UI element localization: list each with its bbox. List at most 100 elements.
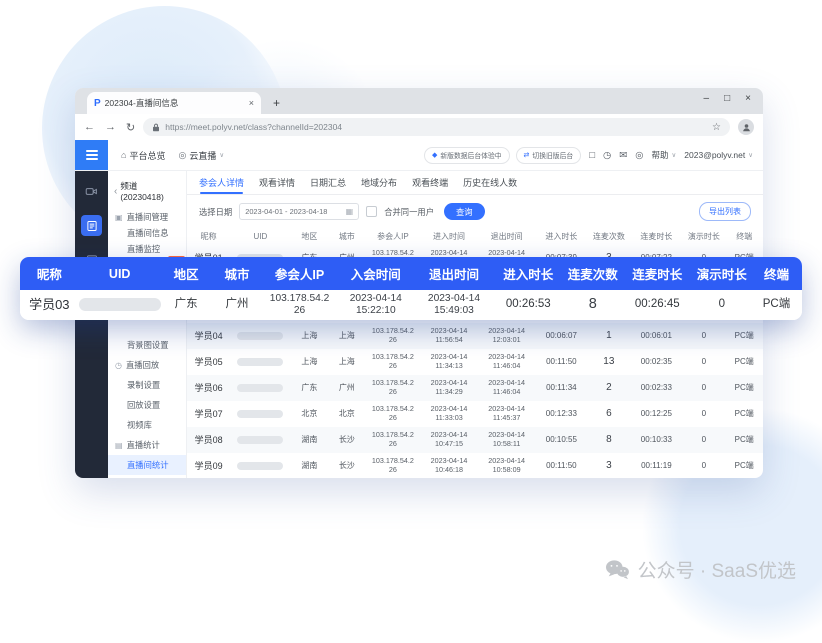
present-cell: 0	[682, 331, 725, 341]
uid-blur-pill	[237, 358, 283, 366]
join-cell: 2023-04-1415:22:10	[337, 293, 415, 317]
sidebar-item[interactable]: 直播监控	[108, 241, 186, 257]
ip-cell: 103.178.54.226	[366, 353, 421, 370]
switch-icon: ⇄	[524, 151, 530, 159]
tab-close-icon[interactable]: ×	[249, 98, 254, 108]
person-icon	[742, 123, 751, 132]
duration-cell: 00:06:07	[535, 331, 587, 341]
name-cell: 学员06	[187, 383, 230, 394]
ip-cell: 103.178.54.226	[262, 293, 336, 317]
join-cell: 2023-04-1411:34:29	[420, 379, 478, 396]
callout-column-header: 地区	[161, 264, 212, 283]
maximize-button[interactable]: □	[724, 93, 730, 104]
statistics-list-icon[interactable]	[81, 215, 102, 236]
callout-column-header: UID	[79, 267, 161, 281]
chevron-down-icon: ∨	[748, 151, 753, 159]
region-cell: 湖南	[291, 461, 328, 471]
ip-cell: 103.178.54.226	[366, 327, 421, 344]
sidebar-item[interactable]: 录制设置	[108, 375, 186, 395]
close-button[interactable]: ×	[745, 93, 751, 104]
help-menu[interactable]: 帮助 ∨	[652, 149, 677, 161]
tab-item[interactable]: 历史在线人数	[463, 171, 517, 194]
clock-icon[interactable]: ◷	[603, 150, 611, 161]
present-cell: 0	[692, 298, 751, 312]
bookmark-star-icon[interactable]: ☆	[712, 122, 721, 133]
city-cell: 广州	[212, 298, 263, 312]
icon-rail	[75, 171, 108, 478]
query-button[interactable]: 查询	[444, 203, 485, 220]
ip-cell: 103.178.54.226	[366, 431, 421, 448]
browser-url-bar: ← → ↻ https://meet.polyv.net/class?chann…	[75, 114, 763, 140]
browser-profile-avatar[interactable]	[738, 119, 754, 135]
leave-cell: 2023-04-1411:46:04	[478, 353, 536, 370]
column-header: 进入时间	[420, 231, 478, 242]
minimize-button[interactable]: –	[704, 93, 710, 104]
browser-tab[interactable]: P 202304-直播间信息 ×	[87, 92, 261, 114]
platform-overview-label: 平台总览	[129, 149, 165, 162]
table-row: 学员05上海上海103.178.54.2262023-04-1411:34:13…	[187, 349, 763, 375]
address-bar[interactable]: https://meet.polyv.net/class?channelId=2…	[143, 118, 730, 136]
column-header: 进入时长	[535, 231, 587, 242]
detail-tabs: 参会人详情观看详情日期汇总地域分布观看终端历史在线人数	[187, 171, 763, 195]
chevron-down-icon: ∨	[672, 151, 677, 159]
terminal-cell: PC端	[725, 461, 762, 471]
browser-tab-title: 202304-直播间信息	[105, 97, 245, 109]
sidebar-group[interactable]: ▣直播间管理	[108, 209, 186, 225]
sidebar-group-label: 直播回放	[126, 359, 159, 371]
uid-cell	[230, 357, 290, 367]
sidebar-item[interactable]: 回放设置	[108, 395, 186, 415]
callout-column-header: 昵称	[20, 264, 79, 283]
tab-item[interactable]: 观看终端	[412, 171, 448, 194]
tab-item[interactable]: 参会人详情	[199, 171, 244, 194]
mail-icon[interactable]: ✉	[619, 150, 627, 161]
account-menu[interactable]: 2023@polyv.net ∨	[684, 150, 753, 160]
channel-header[interactable]: ‹ 频道(20230418)	[108, 176, 186, 206]
uid-cell	[230, 331, 290, 341]
service-icon[interactable]: ◎	[635, 150, 643, 161]
forward-icon[interactable]: →	[105, 121, 116, 134]
topbar-badge-label: 切换旧版后台	[532, 150, 573, 160]
new-tab-button[interactable]: +	[273, 96, 280, 110]
product-switcher[interactable]: ◎ 云直播 ∨	[178, 149, 224, 162]
sidebar-group[interactable]: ▤直播统计	[108, 435, 186, 455]
sidebar-item[interactable]: 背景图设置	[108, 335, 186, 355]
menu-hamburger-button[interactable]	[75, 140, 108, 170]
sidebar-group-label: 直播统计	[127, 439, 160, 451]
present-cell: 0	[682, 461, 725, 471]
ip-cell: 103.178.54.226	[366, 405, 421, 422]
topbar-right: ◆新版数据后台体验中 ⇄切换旧版后台 □ ◷ ✉ ◎ 帮助 ∨ 2023@polyv.n…	[424, 147, 753, 164]
mic_count-cell: 13	[587, 356, 630, 368]
sidebar-item[interactable]: 直播间信息	[108, 225, 186, 241]
refresh-icon[interactable]: ↻	[126, 121, 135, 134]
window-icon[interactable]: □	[589, 150, 595, 161]
chevron-down-icon: ∨	[219, 151, 224, 159]
camera-icon[interactable]	[81, 181, 102, 202]
magnified-row-callout: 昵称UID地区城市参会人IP入会时间退出时间进入时长连麦次数连麦时长演示时长终端…	[20, 257, 802, 320]
leave-cell: 2023-04-1411:46:04	[478, 379, 536, 396]
date-range-input[interactable]: 2023-04-01 - 2023-04-18 ▦	[239, 203, 359, 220]
merge-user-checkbox[interactable]	[366, 206, 377, 217]
sidebar-item-label: 直播间统计	[127, 459, 169, 471]
tab-item[interactable]: 观看详情	[259, 171, 295, 194]
duration-cell: 00:26:53	[493, 298, 563, 312]
leave-cell: 2023-04-1411:45:37	[478, 405, 536, 422]
sidebar-group[interactable]: ◷直播回放	[108, 355, 186, 375]
date-filter-label: 选择日期	[199, 206, 232, 218]
tab-item[interactable]: 日期汇总	[310, 171, 346, 194]
join-cell: 2023-04-1411:33:03	[420, 405, 478, 422]
platform-overview-link[interactable]: ⌂ 平台总览	[121, 149, 165, 162]
tab-item[interactable]: 地域分布	[361, 171, 397, 194]
back-icon[interactable]: ←	[84, 121, 95, 134]
mic_count-cell: 8	[587, 434, 630, 446]
city-cell: 北京	[328, 409, 365, 419]
sidebar-item-label: 直播间信息	[127, 227, 169, 239]
sidebar-item[interactable]: 场次统计	[108, 475, 186, 478]
uid-blur-pill	[237, 384, 283, 392]
topbar-badge[interactable]: ⇄切换旧版后台	[516, 147, 582, 164]
export-list-button[interactable]: 导出列表	[699, 202, 751, 221]
name-cell: 学员09	[187, 461, 230, 472]
sidebar-item[interactable]: 直播间统计	[108, 455, 186, 475]
mic_count-cell: 6	[587, 408, 630, 420]
sidebar-item[interactable]: 视频库	[108, 415, 186, 435]
topbar-badge[interactable]: ◆新版数据后台体验中	[424, 147, 510, 164]
